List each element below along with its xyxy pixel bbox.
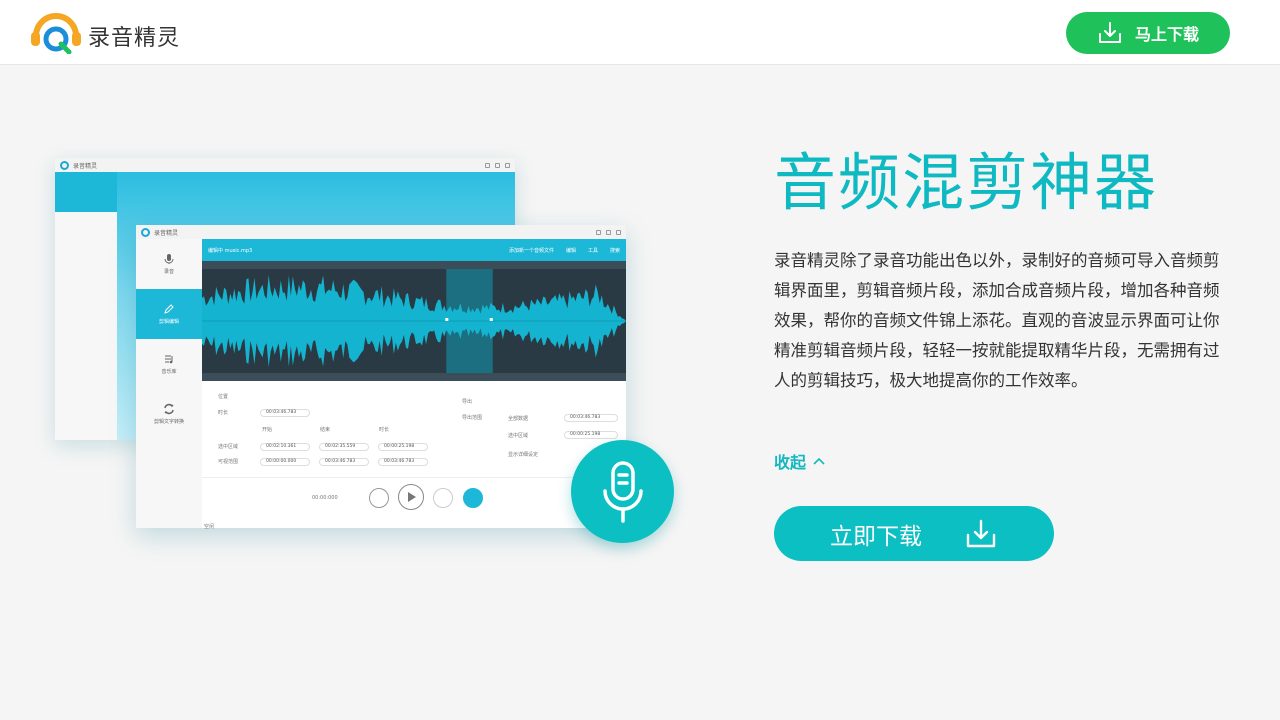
search-menu[interactable]: 搜索 [610,247,620,254]
status-text: 空闲 [204,524,215,530]
stop-button[interactable] [433,488,453,508]
sidebar-label: 剪辑编辑 [158,319,179,325]
mic-icon [164,254,174,264]
back-sidebar-active [55,172,117,212]
export-audio-button[interactable] [463,488,483,508]
music-list-icon [165,355,173,364]
front-window-titlebar: 录音精灵 [136,225,626,239]
app-illustration: 录音精灵 录音精灵 录音 剪辑编辑 音乐库 剪辑文字转换 编辑中 music.m… [40,140,690,560]
back-sidebar [55,172,117,440]
front-sidebar: 录音 剪辑编辑 音乐库 剪辑文字转换 [136,239,202,528]
chevron-up-icon [813,457,825,465]
brand-name[interactable]: 录音精灵 [88,20,180,52]
selection-length-field[interactable]: 00:00:25.198 [378,443,428,451]
tools-menu[interactable]: 工具 [588,247,598,254]
all-data-field[interactable]: 00:03:46.783 [564,414,618,422]
duration-field[interactable]: 00:03:46.783 [260,409,310,417]
collapse-toggle[interactable]: 收起 [774,449,826,473]
waveform-graphic [202,261,626,381]
sidebar-label: 录音 [163,269,174,275]
back-window-title: 录音精灵 [73,162,98,170]
site-header: 录音精灵 马上下载 [0,0,1280,65]
all-data-radio[interactable]: 全部数据 [508,415,528,422]
sidebar-item-convert[interactable]: 剪辑文字转换 [136,389,202,439]
visible-length-field[interactable]: 00:03:46.783 [378,458,428,466]
add-file-button[interactable]: 添加新一个音频文件 [509,247,554,254]
selection-start-field[interactable]: 00:02:10.361 [260,443,310,451]
sidebar-item-record[interactable]: 录音 [136,239,202,289]
edit-menu[interactable]: 编辑 [566,247,576,254]
front-app-window: 录音精灵 录音 剪辑编辑 音乐库 剪辑文字转换 编辑中 music.mp3 添加… [136,225,626,531]
download-icon [966,519,996,547]
duration-label: 时长 [218,410,229,416]
waveform-view[interactable] [202,261,626,381]
logo-icon[interactable] [30,12,82,54]
detail-checkbox[interactable]: 显示详细设定 [508,451,538,458]
sidebar-label: 剪辑文字转换 [153,419,184,425]
download-main-button[interactable]: 立即下载 [774,506,1054,561]
export-range-label: 导出范围 [462,415,483,421]
play-icon [408,492,416,502]
microphone-icon [602,460,643,523]
position-label: 位置 [218,394,229,400]
selected-radio[interactable]: 选中区域 [508,432,528,439]
window-controls [485,162,510,168]
download-main-label: 立即下载 [830,523,922,550]
visible-end-field[interactable]: 00:03:46.783 [319,458,369,466]
prev-button[interactable] [369,488,389,508]
sidebar-item-edit[interactable]: 剪辑编辑 [136,289,202,339]
visible-range-label: 可视范围 [218,459,239,465]
collapse-label: 收起 [774,453,807,472]
editor-toolbar: 编辑中 music.mp3 添加新一个音频文件 编辑 工具 搜索 [202,239,626,261]
pencil-icon [164,304,174,314]
sidebar-item-library[interactable]: 音乐库 [136,339,202,389]
start-label: 开始 [262,427,273,433]
visible-start-field[interactable]: 00:00:00.000 [260,458,310,466]
player-controls: 00:00:000 [202,477,626,521]
sidebar-label: 音乐库 [161,369,177,375]
editor-params: 位置 时长 00:03:46.783 开始 结束 时长 选中区域 00:02:1… [202,381,626,531]
convert-icon [164,403,174,415]
window-controls [596,229,621,235]
hero-description: 录音精灵除了录音功能出色以外，录制好的音频可导入音频剪辑界面里，剪辑音频片段，添… [774,251,1220,390]
export-label: 导出 [462,399,473,405]
editor-main: 编辑中 music.mp3 添加新一个音频文件 编辑 工具 搜索 位置 时长 0… [202,239,626,531]
mini-logo-icon [141,227,150,237]
download-now-label: 马上下载 [1134,25,1199,44]
selection-label: 选中区域 [218,444,239,450]
length-label: 时长 [379,427,390,433]
mic-badge [571,440,674,543]
front-window-title: 录音精灵 [154,229,179,237]
download-icon [1098,22,1121,43]
end-label: 结束 [320,427,331,433]
time-readout: 00:00:000 [312,495,338,501]
back-window-titlebar: 录音精灵 [55,158,515,172]
download-now-button[interactable]: 马上下载 [1066,12,1230,54]
selected-field[interactable]: 00:00:25.198 [564,431,618,439]
selection-end-field[interactable]: 00:02:35.559 [319,443,369,451]
hero-title: 音频混剪神器 [774,146,1159,219]
play-button[interactable] [398,484,424,510]
current-file: 编辑中 music.mp3 [208,247,253,254]
mini-logo-icon [60,160,69,170]
